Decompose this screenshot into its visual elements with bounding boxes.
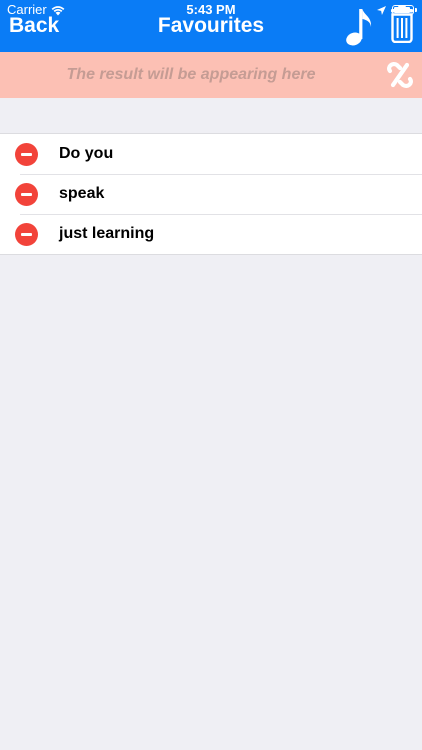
translate-icon[interactable] <box>384 59 416 91</box>
delete-button[interactable] <box>15 183 38 206</box>
list-item-label: speak <box>59 185 105 202</box>
favourites-list: Do you speak just learning <box>0 133 422 255</box>
minus-icon <box>21 193 32 196</box>
list-item-label: just learning <box>59 225 155 242</box>
list-item[interactable]: speak <box>0 174 422 214</box>
result-banner: The result will be appearing here <box>0 52 422 98</box>
minus-icon <box>21 233 32 236</box>
favourites-screen: Carrier 5:43 PM Back Favourites The resu… <box>0 0 422 750</box>
trash-icon[interactable] <box>389 5 415 43</box>
back-button[interactable]: Back <box>9 14 59 38</box>
minus-icon <box>21 153 32 156</box>
list-item[interactable]: Do you <box>0 134 422 174</box>
music-note-icon[interactable] <box>344 6 374 46</box>
delete-button[interactable] <box>15 143 38 166</box>
location-arrow-icon <box>377 5 386 15</box>
result-placeholder: The result will be appearing here <box>66 66 316 83</box>
list-item-label: Do you <box>59 145 114 162</box>
delete-button[interactable] <box>15 223 38 246</box>
navigation-header: Carrier 5:43 PM Back Favourites <box>0 0 422 52</box>
list-item[interactable]: just learning <box>0 214 422 254</box>
